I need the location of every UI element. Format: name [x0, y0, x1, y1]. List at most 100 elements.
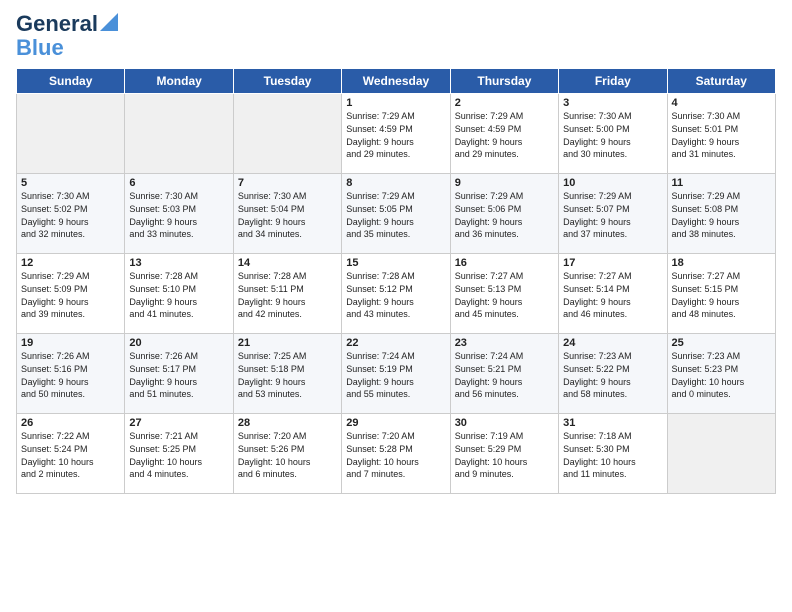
day-number: 9: [455, 177, 554, 189]
calendar-cell: [125, 94, 233, 174]
cell-content: Sunrise: 7:22 AM Sunset: 5:24 PM Dayligh…: [21, 430, 120, 480]
day-number: 2: [455, 97, 554, 109]
cell-content: Sunrise: 7:30 AM Sunset: 5:01 PM Dayligh…: [672, 110, 771, 160]
calendar-cell: [667, 414, 775, 494]
day-header-wednesday: Wednesday: [342, 69, 450, 94]
calendar-cell: 11Sunrise: 7:29 AM Sunset: 5:08 PM Dayli…: [667, 174, 775, 254]
calendar-table: SundayMondayTuesdayWednesdayThursdayFrid…: [16, 68, 776, 494]
cell-content: Sunrise: 7:29 AM Sunset: 4:59 PM Dayligh…: [346, 110, 445, 160]
cell-content: Sunrise: 7:20 AM Sunset: 5:28 PM Dayligh…: [346, 430, 445, 480]
cell-content: Sunrise: 7:30 AM Sunset: 5:02 PM Dayligh…: [21, 190, 120, 240]
calendar-cell: 19Sunrise: 7:26 AM Sunset: 5:16 PM Dayli…: [17, 334, 125, 414]
day-header-friday: Friday: [559, 69, 667, 94]
calendar-week-4: 19Sunrise: 7:26 AM Sunset: 5:16 PM Dayli…: [17, 334, 776, 414]
day-number: 16: [455, 257, 554, 269]
logo: General Blue: [16, 12, 118, 60]
cell-content: Sunrise: 7:21 AM Sunset: 5:25 PM Dayligh…: [129, 430, 228, 480]
day-header-thursday: Thursday: [450, 69, 558, 94]
day-number: 4: [672, 97, 771, 109]
day-number: 5: [21, 177, 120, 189]
calendar-week-2: 5Sunrise: 7:30 AM Sunset: 5:02 PM Daylig…: [17, 174, 776, 254]
day-number: 20: [129, 337, 228, 349]
day-header-tuesday: Tuesday: [233, 69, 341, 94]
calendar-cell: 30Sunrise: 7:19 AM Sunset: 5:29 PM Dayli…: [450, 414, 558, 494]
calendar-cell: 3Sunrise: 7:30 AM Sunset: 5:00 PM Daylig…: [559, 94, 667, 174]
header: General Blue: [16, 12, 776, 60]
calendar-cell: 6Sunrise: 7:30 AM Sunset: 5:03 PM Daylig…: [125, 174, 233, 254]
day-number: 14: [238, 257, 337, 269]
day-number: 29: [346, 417, 445, 429]
day-number: 22: [346, 337, 445, 349]
cell-content: Sunrise: 7:28 AM Sunset: 5:12 PM Dayligh…: [346, 270, 445, 320]
day-number: 1: [346, 97, 445, 109]
calendar-cell: 7Sunrise: 7:30 AM Sunset: 5:04 PM Daylig…: [233, 174, 341, 254]
calendar-cell: 27Sunrise: 7:21 AM Sunset: 5:25 PM Dayli…: [125, 414, 233, 494]
calendar-week-5: 26Sunrise: 7:22 AM Sunset: 5:24 PM Dayli…: [17, 414, 776, 494]
day-number: 10: [563, 177, 662, 189]
calendar-cell: 8Sunrise: 7:29 AM Sunset: 5:05 PM Daylig…: [342, 174, 450, 254]
calendar-cell: 5Sunrise: 7:30 AM Sunset: 5:02 PM Daylig…: [17, 174, 125, 254]
calendar-cell: 22Sunrise: 7:24 AM Sunset: 5:19 PM Dayli…: [342, 334, 450, 414]
cell-content: Sunrise: 7:29 AM Sunset: 5:06 PM Dayligh…: [455, 190, 554, 240]
calendar-cell: 15Sunrise: 7:28 AM Sunset: 5:12 PM Dayli…: [342, 254, 450, 334]
calendar-cell: 4Sunrise: 7:30 AM Sunset: 5:01 PM Daylig…: [667, 94, 775, 174]
calendar-cell: 1Sunrise: 7:29 AM Sunset: 4:59 PM Daylig…: [342, 94, 450, 174]
day-number: 15: [346, 257, 445, 269]
day-number: 8: [346, 177, 445, 189]
calendar-cell: 29Sunrise: 7:20 AM Sunset: 5:28 PM Dayli…: [342, 414, 450, 494]
calendar-cell: 26Sunrise: 7:22 AM Sunset: 5:24 PM Dayli…: [17, 414, 125, 494]
calendar-cell: 12Sunrise: 7:29 AM Sunset: 5:09 PM Dayli…: [17, 254, 125, 334]
day-number: 26: [21, 417, 120, 429]
cell-content: Sunrise: 7:30 AM Sunset: 5:00 PM Dayligh…: [563, 110, 662, 160]
day-number: 3: [563, 97, 662, 109]
cell-content: Sunrise: 7:20 AM Sunset: 5:26 PM Dayligh…: [238, 430, 337, 480]
calendar-cell: 20Sunrise: 7:26 AM Sunset: 5:17 PM Dayli…: [125, 334, 233, 414]
day-number: 19: [21, 337, 120, 349]
calendar-cell: [17, 94, 125, 174]
day-number: 12: [21, 257, 120, 269]
cell-content: Sunrise: 7:29 AM Sunset: 5:08 PM Dayligh…: [672, 190, 771, 240]
calendar-cell: 18Sunrise: 7:27 AM Sunset: 5:15 PM Dayli…: [667, 254, 775, 334]
day-header-sunday: Sunday: [17, 69, 125, 94]
calendar-cell: [233, 94, 341, 174]
calendar-cell: 31Sunrise: 7:18 AM Sunset: 5:30 PM Dayli…: [559, 414, 667, 494]
cell-content: Sunrise: 7:26 AM Sunset: 5:17 PM Dayligh…: [129, 350, 228, 400]
logo-text: General: [16, 12, 98, 36]
calendar-cell: 16Sunrise: 7:27 AM Sunset: 5:13 PM Dayli…: [450, 254, 558, 334]
day-number: 7: [238, 177, 337, 189]
cell-content: Sunrise: 7:23 AM Sunset: 5:23 PM Dayligh…: [672, 350, 771, 400]
calendar-cell: 17Sunrise: 7:27 AM Sunset: 5:14 PM Dayli…: [559, 254, 667, 334]
cell-content: Sunrise: 7:27 AM Sunset: 5:14 PM Dayligh…: [563, 270, 662, 320]
cell-content: Sunrise: 7:29 AM Sunset: 4:59 PM Dayligh…: [455, 110, 554, 160]
day-number: 31: [563, 417, 662, 429]
cell-content: Sunrise: 7:28 AM Sunset: 5:10 PM Dayligh…: [129, 270, 228, 320]
calendar-cell: 14Sunrise: 7:28 AM Sunset: 5:11 PM Dayli…: [233, 254, 341, 334]
calendar-week-3: 12Sunrise: 7:29 AM Sunset: 5:09 PM Dayli…: [17, 254, 776, 334]
calendar-cell: 28Sunrise: 7:20 AM Sunset: 5:26 PM Dayli…: [233, 414, 341, 494]
day-number: 23: [455, 337, 554, 349]
day-number: 30: [455, 417, 554, 429]
cell-content: Sunrise: 7:29 AM Sunset: 5:05 PM Dayligh…: [346, 190, 445, 240]
cell-content: Sunrise: 7:24 AM Sunset: 5:21 PM Dayligh…: [455, 350, 554, 400]
day-number: 11: [672, 177, 771, 189]
calendar-header-row: SundayMondayTuesdayWednesdayThursdayFrid…: [17, 69, 776, 94]
day-number: 25: [672, 337, 771, 349]
cell-content: Sunrise: 7:30 AM Sunset: 5:04 PM Dayligh…: [238, 190, 337, 240]
day-number: 18: [672, 257, 771, 269]
cell-content: Sunrise: 7:26 AM Sunset: 5:16 PM Dayligh…: [21, 350, 120, 400]
calendar-week-1: 1Sunrise: 7:29 AM Sunset: 4:59 PM Daylig…: [17, 94, 776, 174]
calendar-cell: 25Sunrise: 7:23 AM Sunset: 5:23 PM Dayli…: [667, 334, 775, 414]
cell-content: Sunrise: 7:25 AM Sunset: 5:18 PM Dayligh…: [238, 350, 337, 400]
calendar-cell: 13Sunrise: 7:28 AM Sunset: 5:10 PM Dayli…: [125, 254, 233, 334]
cell-content: Sunrise: 7:28 AM Sunset: 5:11 PM Dayligh…: [238, 270, 337, 320]
cell-content: Sunrise: 7:19 AM Sunset: 5:29 PM Dayligh…: [455, 430, 554, 480]
calendar-cell: 10Sunrise: 7:29 AM Sunset: 5:07 PM Dayli…: [559, 174, 667, 254]
cell-content: Sunrise: 7:18 AM Sunset: 5:30 PM Dayligh…: [563, 430, 662, 480]
cell-content: Sunrise: 7:29 AM Sunset: 5:09 PM Dayligh…: [21, 270, 120, 320]
cell-content: Sunrise: 7:27 AM Sunset: 5:13 PM Dayligh…: [455, 270, 554, 320]
day-number: 13: [129, 257, 228, 269]
day-number: 6: [129, 177, 228, 189]
day-number: 28: [238, 417, 337, 429]
day-number: 27: [129, 417, 228, 429]
day-number: 17: [563, 257, 662, 269]
